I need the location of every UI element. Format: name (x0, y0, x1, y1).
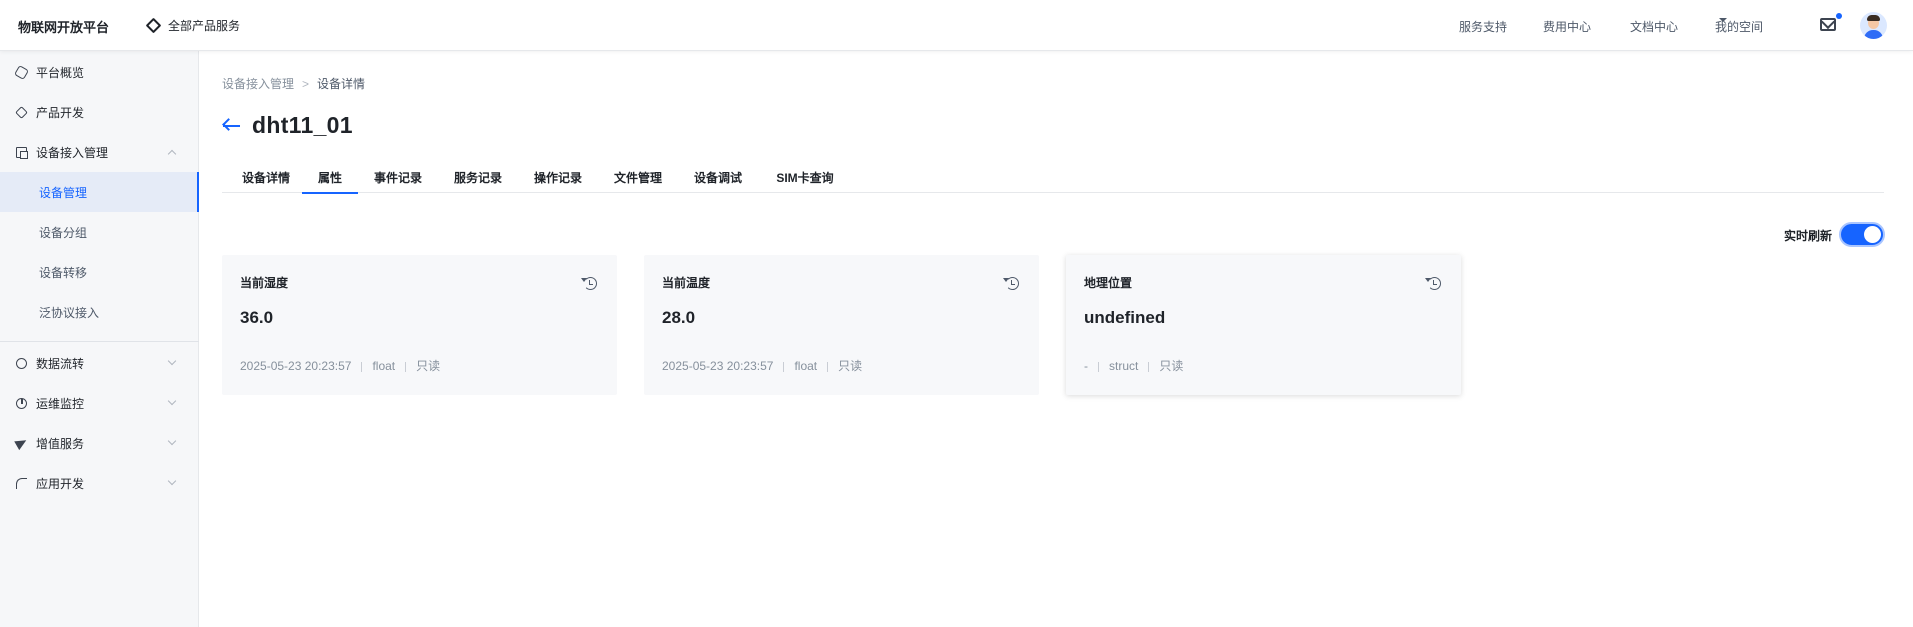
history-icon[interactable] (1003, 277, 1019, 290)
tab-bar: 设备详情 属性 事件记录 服务记录 操作记录 文件管理 设备调试 SIM卡查询 (222, 166, 1884, 194)
history-icon[interactable] (581, 277, 597, 290)
property-access: 只读 (416, 359, 441, 373)
docs-link[interactable]: 文档中心 (1630, 18, 1678, 35)
property-type: float (372, 359, 396, 373)
sidebar-item-device-access[interactable]: 设备接入管理 (0, 133, 199, 171)
chevron-down-icon (167, 396, 177, 406)
wave-icon (16, 477, 27, 489)
property-access: 只读 (1159, 359, 1184, 373)
tab-properties[interactable]: 属性 (302, 166, 358, 194)
sidebar-item-value-added[interactable]: 增值服务 (0, 424, 199, 462)
property-value: 28.0 (662, 308, 696, 327)
avatar[interactable] (1860, 12, 1887, 39)
sidebar-subitem-device-management[interactable]: 设备管理 (0, 172, 199, 212)
property-name: 当前湿度 (240, 276, 289, 290)
brand-title[interactable]: 物联网开放平台 (18, 17, 109, 36)
property-time: 2025-05-23 20:23:57 (240, 359, 352, 373)
tab-service-records[interactable]: 服务记录 (448, 166, 508, 193)
all-products-label: 全部产品服务 (168, 19, 241, 33)
meta-divider (827, 361, 829, 372)
sidebar-item-ops-monitor[interactable]: 运维监控 (0, 384, 199, 422)
sidebar-divider (0, 341, 199, 342)
tab-sim-query[interactable]: SIM卡查询 (772, 166, 838, 193)
sidebar-item-label: 应用开发 (36, 476, 85, 491)
property-name: 当前温度 (662, 276, 711, 290)
top-bar: 物联网开放平台 全部产品服务 服务支持 费用中心 文档中心 我的空间 (0, 0, 1913, 51)
back-arrow-icon[interactable] (222, 118, 240, 134)
sidebar-item-label: 数据流转 (36, 356, 85, 371)
chevron-down-icon (167, 436, 177, 446)
hexagon-icon (13, 64, 30, 80)
meta-divider (1098, 361, 1099, 372)
sidebar-item-label: 产品开发 (36, 105, 85, 120)
notification-dot (1836, 13, 1842, 19)
sidebar-subitem-label: 设备分组 (39, 225, 88, 240)
billing-link[interactable]: 费用中心 (1543, 18, 1591, 35)
chevron-up-icon (167, 149, 177, 158)
property-name: 地理位置 (1084, 276, 1133, 290)
history-icon[interactable] (1425, 277, 1441, 290)
sidebar-item-label: 增值服务 (36, 436, 85, 451)
sidebar-item-product-dev[interactable]: 产品开发 (0, 93, 199, 131)
tab-device-debug[interactable]: 设备调试 (688, 166, 748, 193)
property-card-temperature: 当前温度 28.0 2025-05-23 20:23:57 float 只读 (644, 255, 1039, 395)
breadcrumb-current: 设备详情 (317, 77, 366, 91)
property-time: 2025-05-23 20:23:57 (662, 359, 774, 373)
diamond-icon (145, 17, 162, 34)
meta-divider (405, 361, 407, 372)
property-meta: 2025-05-23 20:23:57 float 只读 (662, 357, 862, 374)
property-card-humidity: 当前湿度 36.0 2025-05-23 20:23:57 float 只读 (222, 255, 617, 395)
sidebar-item-overview[interactable]: 平台概览 (0, 53, 199, 91)
pie-chart-icon (16, 397, 27, 409)
property-type: struct (1109, 359, 1139, 373)
sidebar-item-label: 平台概览 (36, 65, 85, 80)
tab-operation-records[interactable]: 操作记录 (528, 166, 588, 193)
property-value: 36.0 (240, 308, 274, 327)
realtime-refresh-label: 实时刷新 (1784, 229, 1833, 243)
breadcrumb-parent[interactable]: 设备接入管理 (222, 77, 294, 91)
tab-event-records[interactable]: 事件记录 (368, 166, 428, 193)
sidebar-item-label: 运维监控 (36, 396, 85, 411)
avatar-body (1864, 30, 1883, 39)
flow-icon (16, 357, 27, 369)
property-access: 只读 (838, 359, 863, 373)
sidebar-subitem-generic-protocol[interactable]: 泛协议接入 (0, 292, 199, 332)
tab-device-details[interactable]: 设备详情 (236, 166, 296, 193)
property-card-location: 地理位置 undefined - struct 只读 (1066, 255, 1461, 395)
property-meta: - struct 只读 (1084, 357, 1183, 374)
realtime-refresh-toggle[interactable] (1839, 222, 1885, 247)
sidebar-subitem-device-transfer[interactable]: 设备转移 (0, 252, 199, 292)
tab-file-management[interactable]: 文件管理 (608, 166, 668, 193)
meta-divider (361, 361, 363, 372)
device-icon (16, 146, 28, 159)
avatar-hair (1867, 15, 1880, 21)
property-value: undefined (1084, 308, 1166, 327)
sidebar-subitem-label: 设备管理 (39, 185, 88, 200)
property-meta: 2025-05-23 20:23:57 float 只读 (240, 357, 440, 374)
support-link[interactable]: 服务支持 (1459, 18, 1507, 35)
paper-plane-icon (14, 435, 29, 451)
caret-down-icon (1719, 18, 1727, 22)
page-title: dht11_01 (252, 112, 353, 138)
sidebar-item-label: 设备接入管理 (36, 145, 109, 160)
toggle-knob (1864, 226, 1881, 243)
cube-icon (15, 105, 28, 119)
mail-icon[interactable] (1820, 18, 1836, 31)
meta-divider (783, 361, 785, 372)
breadcrumb: 设备接入管理 > 设备详情 (222, 75, 365, 92)
property-time: - (1084, 359, 1088, 373)
arrow-head (222, 118, 235, 131)
chevron-down-icon (167, 356, 177, 366)
all-products-button[interactable]: 全部产品服务 (145, 17, 241, 34)
sidebar-item-data-flow[interactable]: 数据流转 (0, 344, 199, 382)
chevron-down-icon (167, 476, 177, 486)
meta-divider (1148, 361, 1150, 372)
sidebar-subitem-label: 泛协议接入 (39, 305, 100, 320)
sidebar: 平台概览 产品开发 设备接入管理 设备管理 设备分组 设备转移 泛协议接入 数据… (0, 51, 199, 627)
sidebar-subitem-device-group[interactable]: 设备分组 (0, 212, 199, 252)
sidebar-item-app-dev[interactable]: 应用开发 (0, 464, 199, 502)
sidebar-subitem-label: 设备转移 (39, 265, 88, 280)
breadcrumb-separator: > (302, 77, 310, 91)
property-type: float (794, 359, 818, 373)
